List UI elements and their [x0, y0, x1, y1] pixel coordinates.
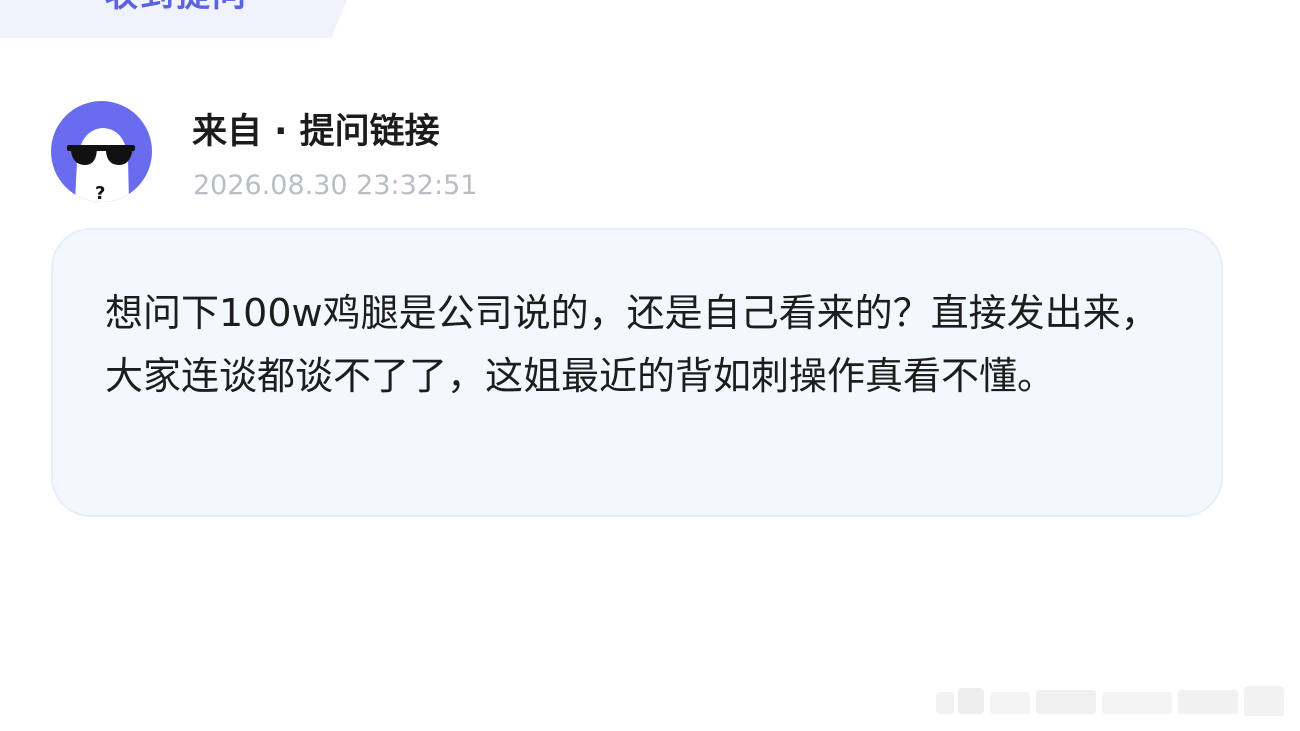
question-bubble[interactable]: 想问下100w鸡腿是公司说的，还是自己看来的？直接发出来，大家连谈都谈不了了，这… [51, 228, 1223, 517]
avatar: ? [51, 101, 152, 202]
sender-label: 来自 · 提问链接 [192, 112, 440, 152]
question-page: 收到提问 ? 来自 · 提问链接 2026.08.30 23:32:51 想问下… [0, 0, 1300, 731]
question-text: 想问下100w鸡腿是公司说的，还是自己看来的？直接发出来，大家连谈都谈不了了，这… [105, 291, 1159, 398]
avatar-glyph: ? [95, 183, 105, 202]
watermark-logo [936, 686, 1284, 716]
header-tab-label: 收到提问 [104, 0, 248, 12]
anonymous-sunglasses-icon: ? [67, 128, 135, 202]
timestamp: 2026.08.30 23:32:51 [193, 170, 478, 201]
